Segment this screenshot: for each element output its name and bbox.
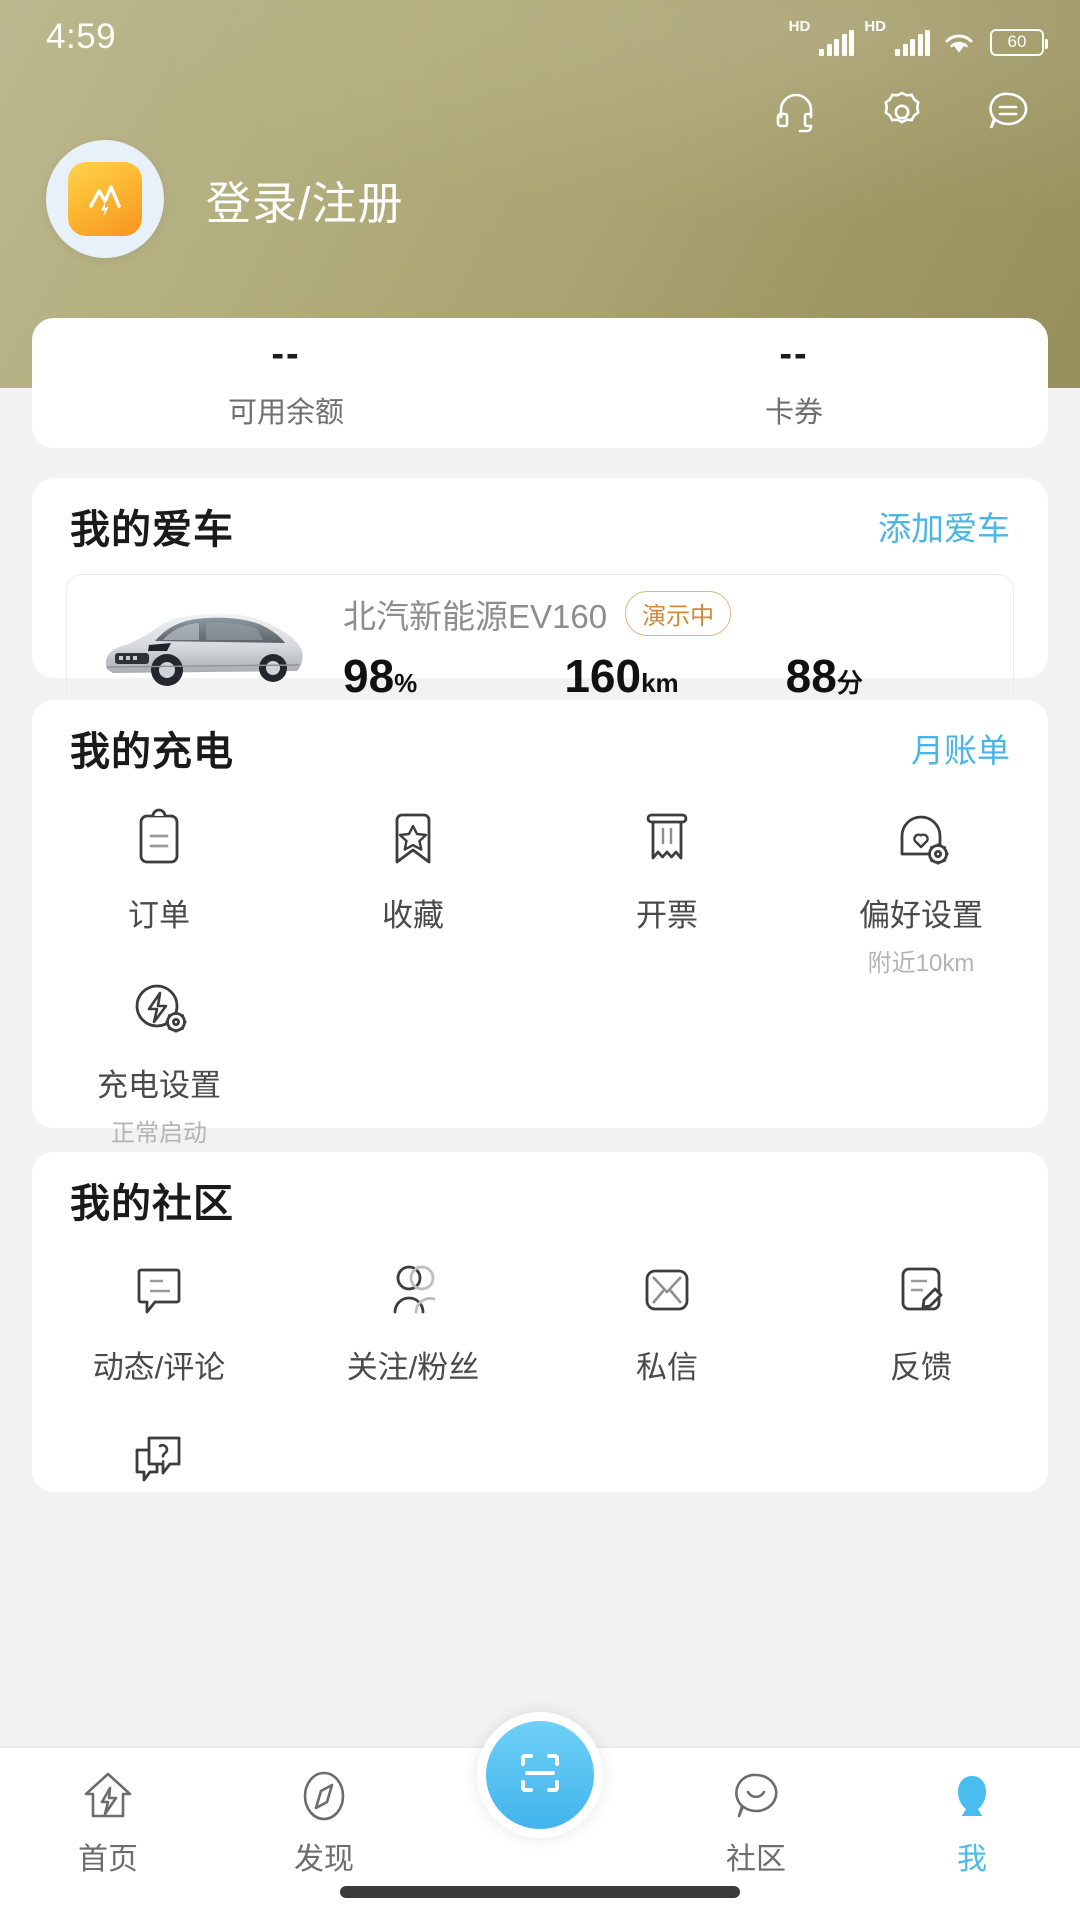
header-action-bar <box>768 84 1036 140</box>
community-item-messages[interactable]: 私信 <box>540 1248 794 1418</box>
wifi-icon <box>942 29 976 56</box>
coupon-value: -- <box>779 335 808 373</box>
community-item-follow[interactable]: 关注/粉丝 <box>286 1248 540 1418</box>
nav-label-home: 首页 <box>78 1834 138 1878</box>
charging-item-orders[interactable]: 订单 <box>32 796 286 966</box>
bookmark-star-icon <box>377 802 449 874</box>
hd-label-2: HD <box>864 19 886 34</box>
balance-card: -- 可用余额 -- 卡券 <box>32 318 1048 448</box>
my-community-card: 我的社区 动态/评论 <box>32 1152 1048 1492</box>
coupon-label: 卡券 <box>765 389 823 431</box>
my-charging-header: 我的充电 月账单 <box>32 700 1048 796</box>
question-help-icon <box>123 1424 195 1492</box>
bolt-gear-icon <box>123 972 195 1044</box>
app-screen: 4:59 HD HD 60 <box>0 0 1080 1920</box>
charging-item-favorites[interactable]: 收藏 <box>286 796 540 966</box>
nav-item-discover[interactable]: 发现 <box>216 1748 432 1878</box>
community-item-label: 私信 <box>636 1342 698 1387</box>
profile-row[interactable]: 登录/注册 <box>46 140 404 258</box>
nav-label-discover: 发现 <box>294 1834 354 1878</box>
my-charging-title: 我的充电 <box>70 719 234 777</box>
community-item-label: 关注/粉丝 <box>347 1342 480 1387</box>
stat-health-unit: 分 <box>837 668 863 698</box>
status-bar: 4:59 HD HD 60 <box>0 0 1080 74</box>
envelope-icon <box>631 1254 703 1326</box>
vehicle-name: 北汽新能源EV160 <box>343 590 607 638</box>
stat-range-value: 160 <box>564 650 641 702</box>
charging-item-label: 偏好设置 <box>859 890 983 935</box>
login-register-label[interactable]: 登录/注册 <box>206 167 404 232</box>
comment-icon <box>123 1254 195 1326</box>
my-community-header: 我的社区 <box>32 1152 1048 1248</box>
stat-range-unit: km <box>641 668 679 698</box>
scan-icon <box>505 1738 575 1813</box>
hd-label: HD <box>789 19 811 34</box>
home-indicator <box>340 1886 740 1898</box>
add-car-link[interactable]: 添加爱车 <box>878 502 1010 550</box>
community-item-label: 动态/评论 <box>93 1342 226 1387</box>
balance-label: 可用余额 <box>228 389 344 431</box>
people-icon <box>377 1254 449 1326</box>
community-item-comments[interactable]: 动态/评论 <box>32 1248 286 1418</box>
my-car-title: 我的爱车 <box>70 497 234 555</box>
nav-item-home[interactable]: 首页 <box>0 1748 216 1878</box>
stat-battery-value: 98 <box>343 650 394 702</box>
charging-item-charge-settings[interactable]: 充电设置 正常启动 <box>32 966 286 1136</box>
charging-item-preferences[interactable]: 偏好设置 附近10km <box>794 796 1048 966</box>
charging-item-label: 订单 <box>128 890 190 935</box>
invoice-icon <box>631 802 703 874</box>
nav-item-community[interactable]: 社区 <box>648 1748 864 1878</box>
nav-item-profile[interactable]: 我 <box>864 1748 1080 1878</box>
message-icon[interactable] <box>980 84 1036 140</box>
balance-item-1[interactable]: -- 卡券 <box>540 318 1048 448</box>
battery-icon: 60 <box>990 29 1044 56</box>
heart-gear-icon <box>885 802 957 874</box>
battery-level: 60 <box>1008 32 1027 52</box>
gear-icon[interactable] <box>874 84 930 140</box>
charging-item-label: 收藏 <box>382 890 444 935</box>
my-community-title: 我的社区 <box>70 1171 234 1229</box>
my-car-header: 我的爱车 添加爱车 <box>32 478 1048 574</box>
charging-item-sub: 正常启动 <box>111 1113 207 1148</box>
community-chat-icon <box>726 1766 786 1826</box>
signal-hd-icon-2: HD <box>864 19 930 56</box>
charging-item-sub: 附近10km <box>868 943 975 978</box>
monthly-bill-link[interactable]: 月账单 <box>911 724 1010 772</box>
balance-value: -- <box>271 335 300 373</box>
clipboard-icon <box>123 802 195 874</box>
charging-grid: 订单 收藏 开票 <box>32 796 1048 1136</box>
scan-button[interactable] <box>477 1712 603 1838</box>
status-bar-indicators: HD HD 60 <box>789 19 1044 56</box>
feedback-edit-icon <box>885 1254 957 1326</box>
nav-label-profile: 我 <box>957 1834 987 1878</box>
charging-item-label: 充电设置 <box>97 1060 221 1105</box>
headset-icon[interactable] <box>768 84 824 140</box>
community-item-feedback[interactable]: 反馈 <box>794 1248 1048 1418</box>
stat-health-value: 88 <box>786 650 837 702</box>
avatar-logo-icon <box>68 162 142 236</box>
compass-icon <box>294 1766 354 1826</box>
nav-label-community: 社区 <box>726 1834 786 1878</box>
charging-item-label: 开票 <box>636 890 698 935</box>
charging-item-invoice[interactable]: 开票 <box>540 796 794 966</box>
vehicle-name-row: 北汽新能源EV160 演示中 <box>343 590 1007 638</box>
status-bar-clock: 4:59 <box>46 17 116 57</box>
home-bolt-icon <box>78 1766 138 1826</box>
my-car-card: 我的爱车 添加爱车 <box>32 478 1048 678</box>
stat-battery-unit: % <box>394 668 417 698</box>
car-image-icon <box>93 593 313 697</box>
avatar[interactable] <box>46 140 164 258</box>
profile-person-icon <box>942 1766 1002 1826</box>
signal-bars <box>819 30 854 56</box>
demo-status-badge: 演示中 <box>625 591 731 636</box>
community-grid: 动态/评论 关注/粉丝 <box>32 1248 1048 1492</box>
balance-item-0[interactable]: -- 可用余额 <box>32 318 540 448</box>
signal-hd-icon: HD <box>789 19 855 56</box>
community-item-help[interactable] <box>32 1418 286 1492</box>
community-item-label: 反馈 <box>890 1342 952 1387</box>
my-charging-card: 我的充电 月账单 订单 <box>32 700 1048 1128</box>
signal-bars-2 <box>895 30 930 56</box>
